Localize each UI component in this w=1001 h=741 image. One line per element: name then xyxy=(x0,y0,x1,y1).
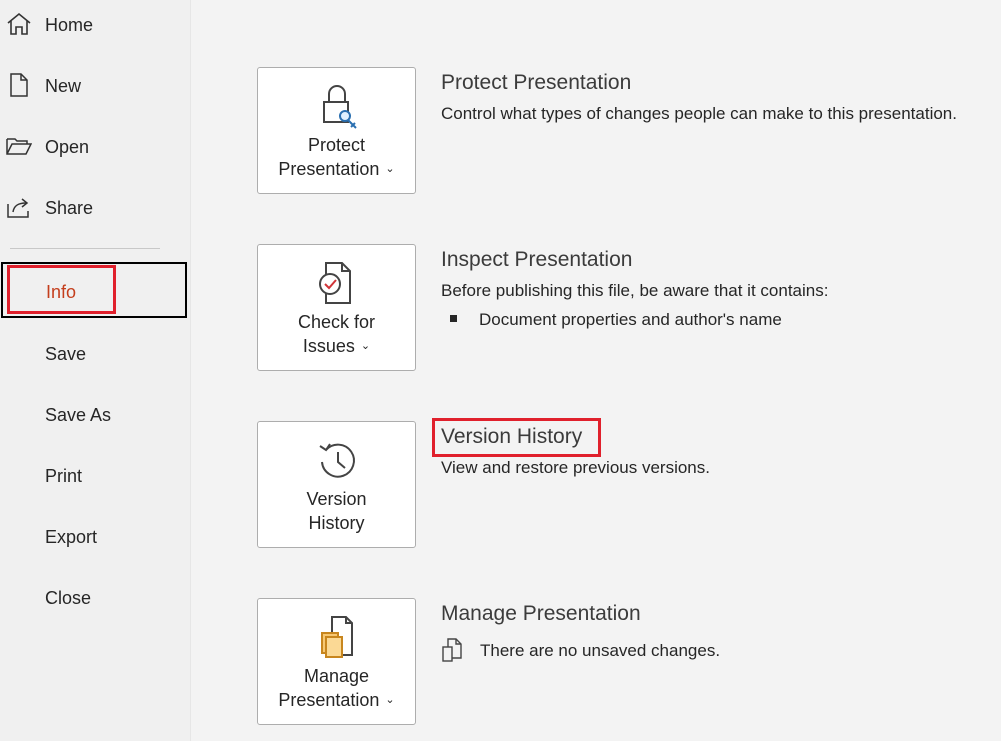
lock-key-icon xyxy=(314,82,360,130)
protect-presentation-button[interactable]: Protect Presentation ⌄ xyxy=(257,67,416,194)
nav-export[interactable]: Export xyxy=(0,516,188,556)
nav-open[interactable]: Open xyxy=(0,126,188,166)
nav-home-label: Home xyxy=(45,15,94,35)
nav-print-label: Print xyxy=(45,466,83,486)
protect-presentation-title: Protect Presentation xyxy=(441,71,632,94)
backstage-sidebar: Home New Open Share Info Save Save As Pr… xyxy=(0,0,191,741)
bullet-marker xyxy=(450,315,457,322)
nav-save-as[interactable]: Save As xyxy=(0,394,188,434)
new-document-icon xyxy=(6,73,32,97)
document-stack-icon xyxy=(441,638,463,664)
protect-presentation-description: Control what types of changes people can… xyxy=(441,104,957,123)
inspect-presentation-title: Inspect Presentation xyxy=(441,248,633,271)
nav-save-label: Save xyxy=(45,344,87,364)
protect-presentation-button-label: Protect Presentation ⌄ xyxy=(278,135,395,179)
check-for-issues-button[interactable]: Check for Issues ⌄ xyxy=(257,244,416,371)
check-document-icon xyxy=(314,259,360,307)
share-icon xyxy=(6,195,32,219)
nav-save[interactable]: Save xyxy=(0,333,188,373)
version-history-button-label: Version History xyxy=(306,489,367,533)
manage-presentation-button[interactable]: Manage Presentation ⌄ xyxy=(257,598,416,725)
info-highlight-box xyxy=(7,265,116,314)
version-history-highlight-box xyxy=(432,418,601,457)
nav-share-label: Share xyxy=(45,198,94,218)
inspect-presentation-description: Before publishing this file, be aware th… xyxy=(441,281,829,300)
chevron-down-icon: ⌄ xyxy=(360,340,371,352)
nav-save-as-label: Save As xyxy=(45,405,112,425)
version-history-button[interactable]: Version History xyxy=(257,421,416,548)
manage-documents-icon xyxy=(314,613,360,661)
manage-presentation-description: There are no unsaved changes. xyxy=(480,641,721,660)
manage-presentation-button-label: Manage Presentation ⌄ xyxy=(278,666,395,710)
history-clock-icon xyxy=(314,436,360,484)
chevron-down-icon: ⌄ xyxy=(385,163,395,175)
nav-share[interactable]: Share xyxy=(0,187,188,227)
nav-divider xyxy=(10,248,160,249)
chevron-down-icon: ⌄ xyxy=(385,694,395,706)
check-for-issues-button-label: Check for Issues ⌄ xyxy=(297,312,376,356)
nav-close-label: Close xyxy=(45,588,92,608)
nav-home[interactable]: Home xyxy=(0,4,188,44)
nav-export-label: Export xyxy=(45,527,98,547)
info-pane: Protect Presentation ⌄ Protect Presentati… xyxy=(191,0,1001,741)
nav-print[interactable]: Print xyxy=(0,455,188,495)
nav-open-label: Open xyxy=(45,137,90,157)
manage-presentation-title: Manage Presentation xyxy=(441,602,641,625)
home-icon xyxy=(6,12,32,36)
inspect-bullet-item: Document properties and author's name xyxy=(479,310,782,329)
nav-close[interactable]: Close xyxy=(0,577,188,617)
nav-new[interactable]: New xyxy=(0,65,188,105)
open-folder-icon xyxy=(6,134,33,158)
version-history-description: View and restore previous versions. xyxy=(441,458,710,477)
nav-new-label: New xyxy=(45,76,82,96)
